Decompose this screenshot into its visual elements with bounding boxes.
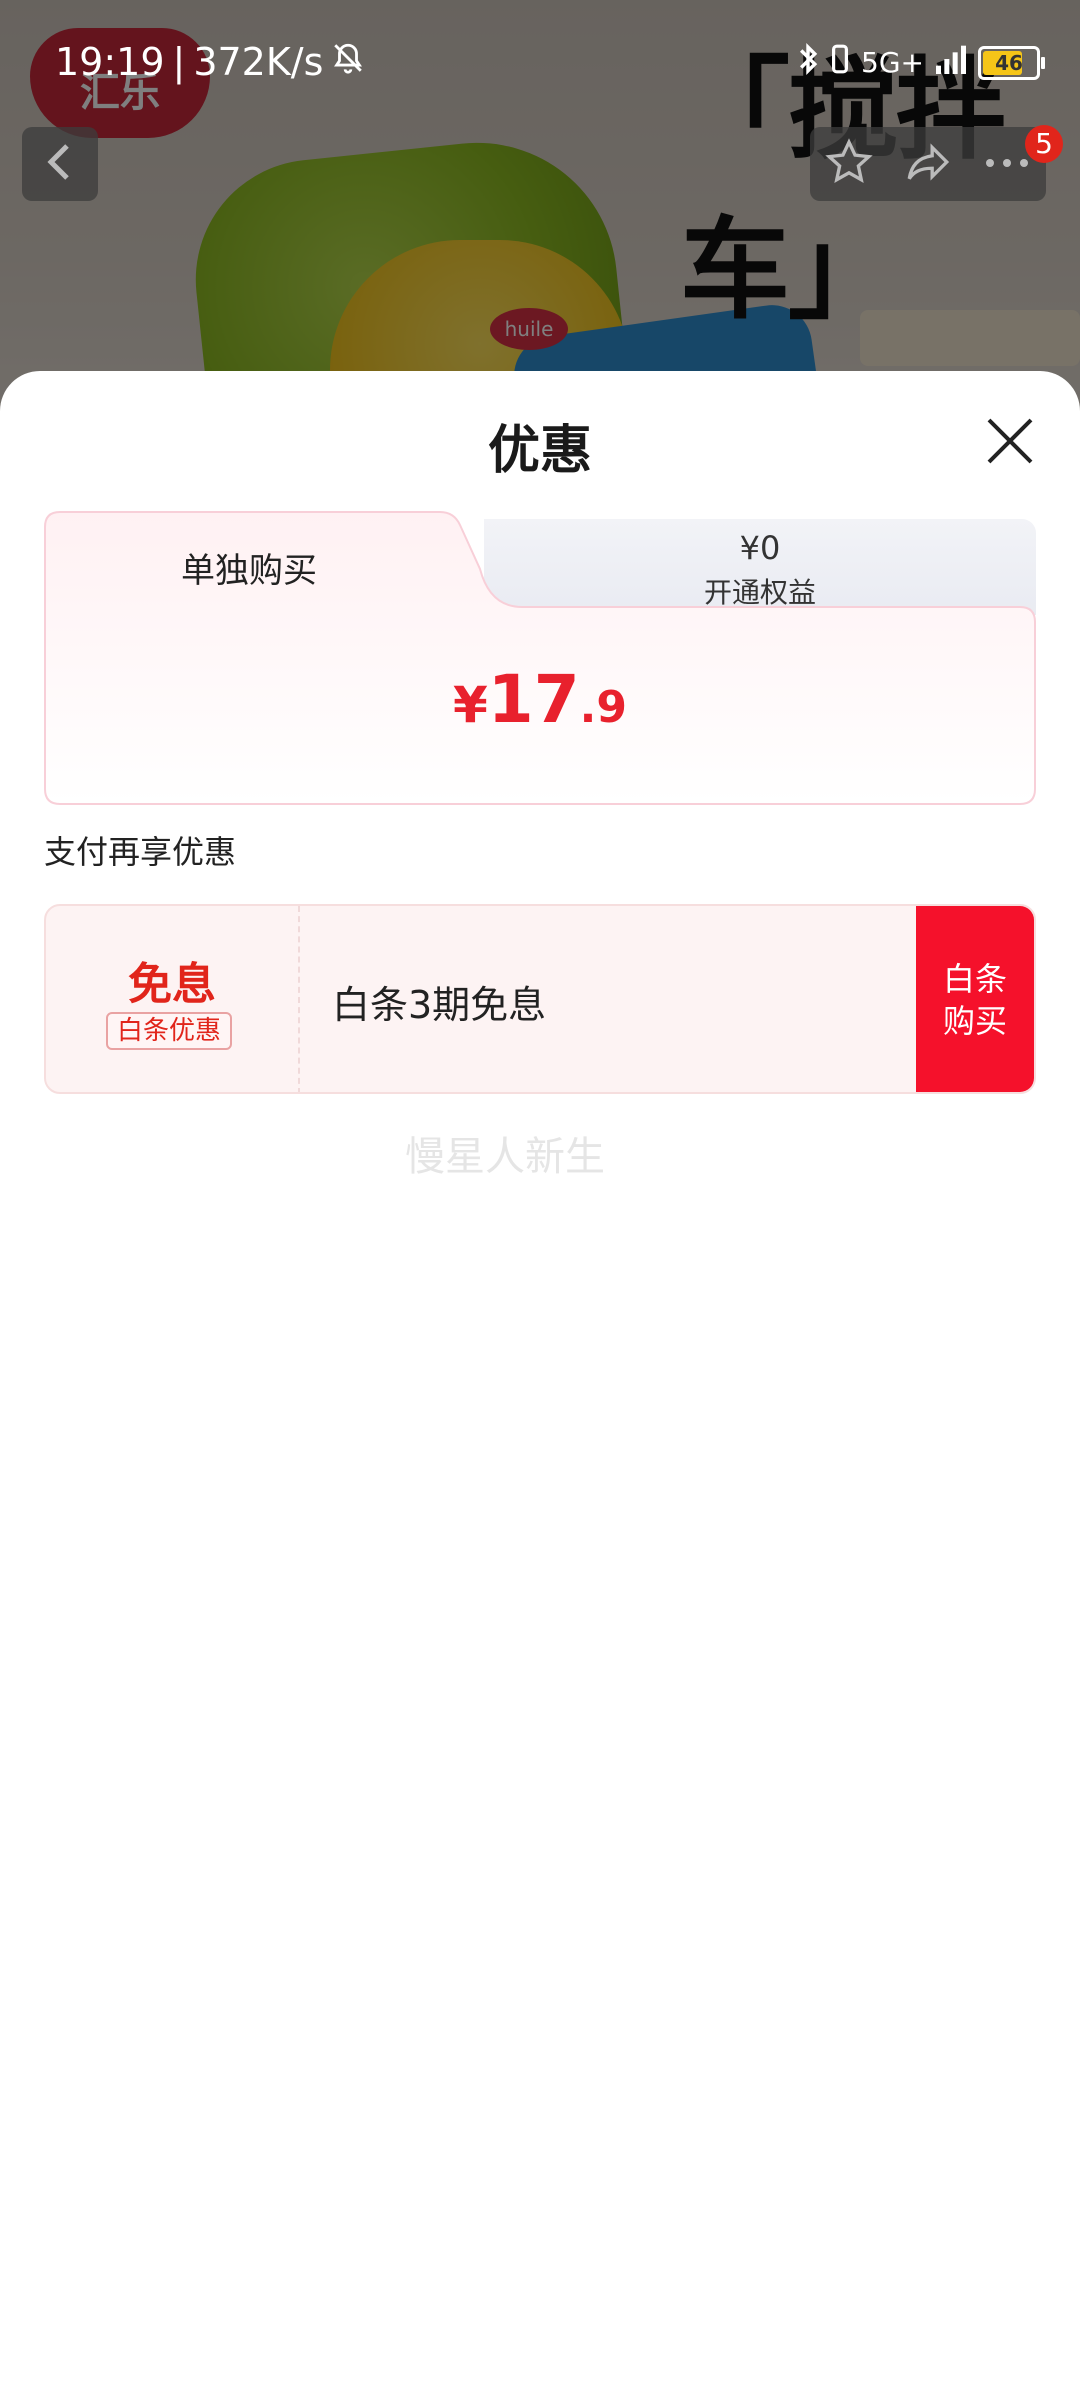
watermark: 慢星人新生 — [405, 1134, 605, 1180]
price-integer: 17 — [487, 661, 580, 738]
payment-discount-label: 支付再享优惠 — [44, 833, 237, 871]
status-bar: 19:19 | 372K/s 5G+ 46 — [0, 0, 1080, 120]
installment-coupon: 免息 白条优惠 白条3期免息 白条购买 — [44, 904, 1036, 1094]
back-button[interactable] — [22, 127, 98, 201]
coupon-title: 免息 — [128, 959, 216, 1010]
baitiao-buy-label: 白条购买 — [942, 960, 1007, 1040]
star-icon — [824, 137, 874, 191]
more-dots-icon — [982, 155, 1032, 174]
coupon-left: 免息 白条优惠 — [46, 906, 300, 1092]
notification-badge: 5 — [1025, 125, 1063, 163]
vibrate-icon — [829, 43, 851, 82]
mute-bell-icon — [331, 40, 365, 84]
purchase-tabs: ¥0 开通权益 单独购买 ¥17.9 — [44, 511, 1036, 805]
share-arrow-icon — [903, 137, 953, 191]
chevron-left-icon — [45, 142, 75, 186]
tab-buy-alone[interactable]: 单独购买 — [44, 543, 454, 592]
price-card: 单独购买 ¥17.9 — [44, 511, 1036, 805]
price-decimal: .9 — [579, 682, 627, 733]
coupon-description: 白条3期免息 — [332, 983, 547, 1027]
signal-icon — [934, 44, 968, 81]
battery-icon: 46 — [978, 45, 1045, 80]
price-display: ¥17.9 — [44, 661, 1036, 738]
battery-level: 46 — [995, 50, 1023, 75]
status-network-speed: 372K/s — [193, 40, 324, 84]
bluetooth-icon — [797, 42, 819, 83]
top-action-group — [810, 127, 1046, 201]
close-icon — [985, 418, 1035, 470]
close-button[interactable] — [985, 416, 1035, 466]
baitiao-buy-button[interactable]: 白条购买 — [916, 906, 1034, 1092]
status-divider: | — [172, 40, 186, 84]
status-time: 19:19 — [55, 40, 165, 84]
sheet-title: 优惠 — [487, 421, 592, 481]
coupon-tag: 白条优惠 — [106, 1012, 232, 1050]
discount-sheet: 优惠 ¥0 开通权益 单独购买 ¥17.9 支付再享优惠 免息 白条优惠 白条3… — [0, 371, 1080, 2400]
share-button[interactable] — [889, 127, 967, 201]
favorite-button[interactable] — [810, 127, 888, 201]
price-currency: ¥ — [453, 676, 488, 734]
network-type: 5G+ — [861, 46, 924, 79]
